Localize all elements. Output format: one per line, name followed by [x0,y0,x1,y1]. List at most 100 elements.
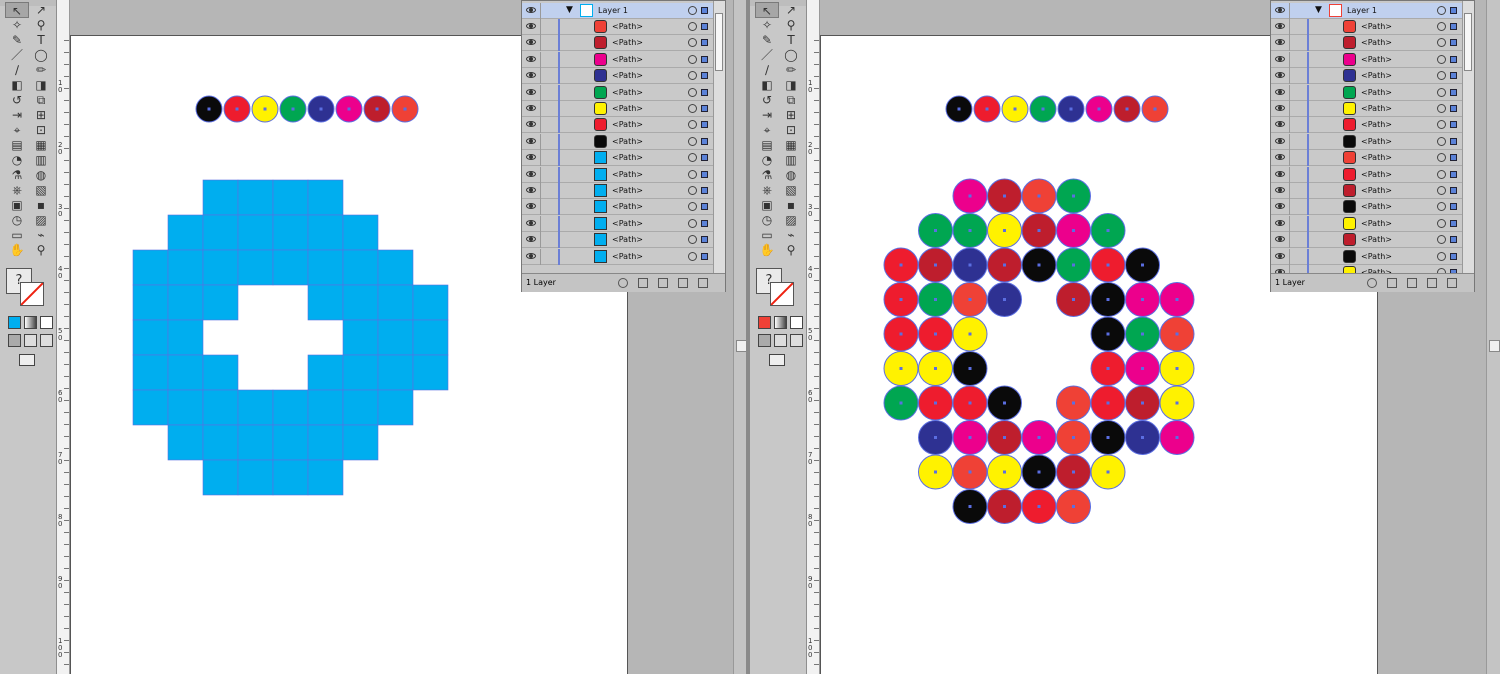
selection-indicator[interactable] [701,105,708,112]
selection-indicator[interactable] [1450,55,1457,63]
path-row[interactable]: <Path> [1271,133,1463,150]
pixel-square[interactable] [307,249,344,286]
target-icon[interactable] [688,153,697,163]
new-sublayer-icon[interactable] [658,278,668,288]
trash-icon[interactable] [1447,278,1457,288]
new-layer-icon[interactable] [1427,278,1437,288]
path-row[interactable]: <Path> [522,84,714,101]
pixel-square[interactable] [412,284,449,321]
selection-indicator[interactable] [701,23,708,30]
target-icon[interactable] [688,235,697,245]
visibility-eye-icon[interactable] [1275,252,1285,259]
pixel-square[interactable] [342,354,379,391]
layers-scrollbar[interactable] [1462,1,1474,273]
target-icon[interactable] [1437,235,1446,245]
pixel-square[interactable] [272,389,309,426]
visibility-eye-icon[interactable] [526,170,536,177]
pixel-square[interactable] [307,424,344,461]
path-row[interactable]: <Path> [1271,35,1463,52]
path-row[interactable]: <Path> [1271,84,1463,101]
target-icon[interactable] [688,87,697,97]
selection-indicator[interactable] [1450,121,1457,129]
visibility-eye-icon[interactable] [1275,55,1285,62]
path-row[interactable]: <Path> [522,248,714,265]
path-row[interactable]: <Path> [1271,68,1463,85]
path-row[interactable]: <Path> [1271,248,1463,265]
path-row[interactable]: <Path> [522,51,714,68]
pixel-square[interactable] [132,389,169,426]
selection-indicator[interactable] [1450,252,1457,260]
expand-triangle-icon[interactable]: ▼ [566,6,573,15]
path-row[interactable]: <Path> [1271,117,1463,134]
target-icon[interactable] [688,169,697,179]
pixel-square[interactable] [307,389,344,426]
pixel-square[interactable] [342,319,379,356]
target-icon[interactable] [1437,71,1446,81]
visibility-eye-icon[interactable] [526,105,536,111]
path-row[interactable]: <Path> [1271,215,1463,232]
path-row[interactable]: <Path> [1271,232,1463,249]
pixel-square[interactable] [272,179,309,216]
path-row[interactable]: <Path> [522,133,714,150]
visibility-eye-icon[interactable] [526,187,536,193]
path-row[interactable]: <Path> [1271,19,1463,35]
layers-scroll-thumb[interactable] [715,13,723,71]
visibility-eye-icon[interactable] [1275,7,1285,13]
locate-object-icon[interactable] [1367,278,1377,288]
pixel-square[interactable] [377,319,414,356]
visibility-eye-icon[interactable] [1275,154,1285,161]
pixel-square[interactable] [307,179,344,216]
pixel-square[interactable] [342,424,379,461]
target-icon[interactable] [1437,104,1446,113]
visibility-eye-icon[interactable] [526,121,536,128]
pixel-square[interactable] [132,284,169,321]
pixel-square[interactable] [202,424,239,461]
visibility-eye-icon[interactable] [526,23,536,29]
selection-indicator[interactable] [1450,170,1457,178]
target-icon[interactable] [688,202,697,212]
pixel-square[interactable] [307,214,344,251]
visibility-eye-icon[interactable] [1275,88,1285,95]
locate-object-icon[interactable] [618,278,628,288]
pixel-square[interactable] [167,354,204,391]
pixel-square[interactable] [202,459,239,496]
layers-scroll-thumb[interactable] [1464,13,1472,71]
pixel-square[interactable] [307,354,344,391]
target-icon[interactable] [1437,38,1446,48]
path-row[interactable]: <Path> [522,232,714,249]
pixel-square[interactable] [272,249,309,286]
pixel-square[interactable] [342,284,379,321]
visibility-eye-icon[interactable] [1275,203,1285,210]
selection-indicator[interactable] [1450,88,1457,96]
pixel-square[interactable] [342,249,379,286]
visibility-eye-icon[interactable] [526,39,536,46]
target-icon[interactable] [688,136,697,146]
path-row[interactable]: <Path> [522,199,714,216]
pixel-square[interactable] [237,389,274,426]
visibility-eye-icon[interactable] [1275,219,1285,226]
pixel-square[interactable] [307,459,344,496]
layer-row[interactable]: ▼ Layer 1 [522,3,714,19]
path-row[interactable]: <Path> [522,117,714,134]
pixel-square[interactable] [202,179,239,216]
pixel-square[interactable] [412,319,449,356]
selection-indicator[interactable] [701,137,708,145]
layer-row[interactable]: ▼ Layer 1 [1271,3,1463,19]
pixel-square[interactable] [132,249,169,286]
pixel-square[interactable] [202,249,239,286]
visibility-eye-icon[interactable] [1275,170,1285,177]
selection-indicator[interactable] [1450,7,1457,14]
selection-indicator[interactable] [701,121,708,129]
target-icon[interactable] [1437,136,1446,146]
pixel-square[interactable] [412,354,449,391]
visibility-eye-icon[interactable] [526,236,536,243]
pixel-square[interactable] [237,459,274,496]
target-icon[interactable] [688,120,697,130]
visibility-eye-icon[interactable] [1275,236,1285,243]
vertical-scrollbar[interactable] [1486,0,1500,674]
target-icon[interactable] [1437,153,1446,163]
pixel-square[interactable] [237,214,274,251]
visibility-eye-icon[interactable] [526,154,536,161]
visibility-eye-icon[interactable] [526,55,536,62]
pixel-square[interactable] [132,354,169,391]
